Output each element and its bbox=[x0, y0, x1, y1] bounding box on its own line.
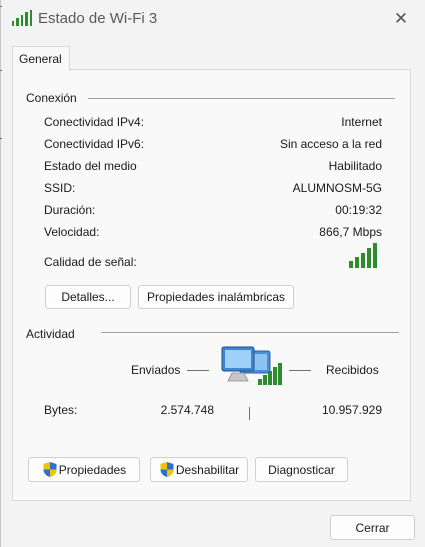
activity-heading: Actividad bbox=[26, 327, 75, 341]
connection-heading: Conexión bbox=[26, 91, 77, 105]
bytes-received-value: 10.957.929 bbox=[321, 403, 382, 417]
uac-shield-icon bbox=[159, 461, 175, 478]
received-label: Recibidos bbox=[326, 363, 379, 377]
diagnose-button[interactable]: Diagnosticar bbox=[255, 457, 348, 482]
sent-label: Enviados bbox=[131, 363, 181, 377]
disable-button[interactable]: Deshabilitar bbox=[150, 457, 248, 482]
duration-value: 00:19:32 bbox=[335, 203, 382, 217]
close-icon: ✕ bbox=[393, 9, 409, 28]
details-button[interactable]: Detalles... bbox=[45, 285, 131, 309]
close-button[interactable]: Cerrar bbox=[330, 515, 415, 540]
ipv6-label: Conectividad IPv6: bbox=[44, 137, 145, 151]
signal-quality-label: Calidad de señal: bbox=[44, 255, 137, 269]
duration-label: Duración: bbox=[44, 203, 96, 217]
disable-button-label: Deshabilitar bbox=[175, 462, 240, 477]
window-title: Estado de Wi-Fi 3 bbox=[38, 10, 158, 27]
title-bar[interactable]: Estado de Wi-Fi 3 ✕ bbox=[0, 0, 425, 36]
signal-strength-icon bbox=[349, 243, 377, 268]
ssid-value: ALUMNOSM-5G bbox=[292, 181, 382, 195]
window-edge-mark bbox=[0, 138, 2, 139]
speed-label: Velocidad: bbox=[44, 225, 100, 239]
received-line bbox=[289, 370, 311, 371]
properties-button-label: Propiedades bbox=[58, 462, 127, 477]
ipv6-value: Sin acceso a la red bbox=[279, 137, 382, 151]
uac-shield-icon bbox=[42, 461, 58, 478]
network-computers-icon bbox=[218, 345, 286, 403]
bytes-sent-value: 2.574.748 bbox=[160, 403, 214, 417]
wireless-properties-button[interactable]: Propiedades inalámbricas bbox=[138, 285, 294, 309]
connection-divider bbox=[88, 98, 395, 99]
window-left-edge bbox=[0, 0, 1, 547]
media-state-value: Habilitado bbox=[328, 159, 382, 173]
activity-divider bbox=[101, 332, 399, 333]
tab-general-label: General bbox=[19, 52, 62, 66]
ipv4-label: Conectividad IPv4: bbox=[44, 115, 145, 129]
properties-button[interactable]: Propiedades bbox=[28, 457, 140, 482]
wifi-signal-icon bbox=[12, 10, 33, 26]
close-window-button[interactable]: ✕ bbox=[388, 8, 414, 30]
speed-value: 866,7 Mbps bbox=[319, 225, 382, 239]
sent-line bbox=[187, 370, 209, 371]
ssid-label: SSID: bbox=[44, 181, 76, 195]
tab-general[interactable]: General bbox=[12, 46, 70, 71]
activity-connector-line bbox=[249, 407, 250, 420]
media-state-label: Estado del medio bbox=[44, 159, 137, 173]
ipv4-value: Internet bbox=[341, 115, 382, 129]
window-edge-mark bbox=[0, 70, 2, 71]
bytes-label: Bytes: bbox=[44, 403, 78, 417]
